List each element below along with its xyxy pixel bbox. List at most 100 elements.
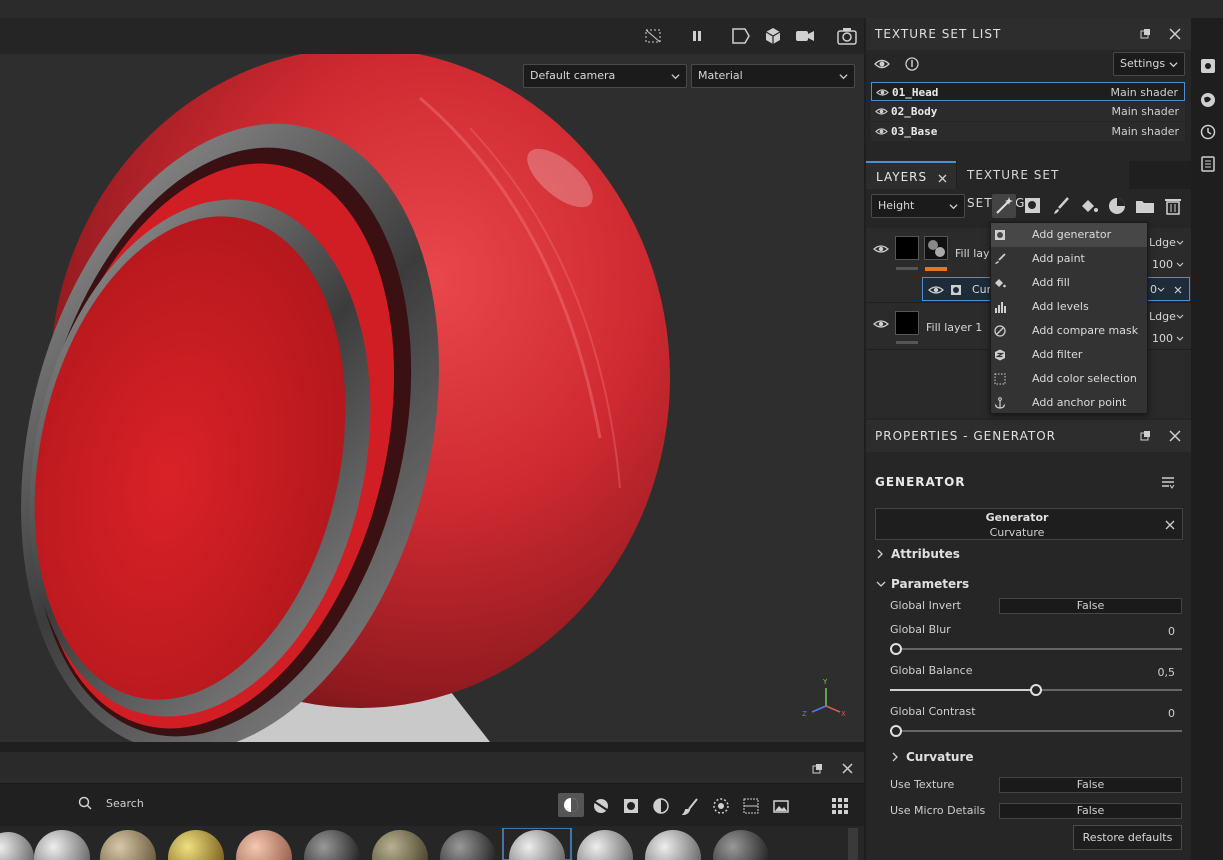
add-effect-menu: Add generator Add paint Add fill Add lev… — [990, 222, 1148, 414]
texture-grid-icon[interactable] — [742, 797, 760, 815]
menu-item-label: Add compare mask — [1032, 324, 1139, 337]
screenshot-camera-icon[interactable] — [836, 26, 858, 46]
alpha-icon[interactable] — [712, 797, 730, 815]
effect-opacity[interactable]: 0 — [1150, 283, 1157, 296]
chevron-down-icon — [1176, 314, 1184, 319]
eye-icon[interactable] — [928, 284, 944, 296]
camera-video-icon[interactable] — [794, 26, 816, 46]
close-icon[interactable] — [842, 763, 853, 774]
texture-set-row[interactable]: 01_Head Main shader — [871, 82, 1185, 101]
visibility-toggle-all-icon[interactable] — [874, 57, 890, 71]
procedural-icon[interactable] — [652, 797, 670, 815]
use-micro-details-toggle[interactable]: False — [999, 803, 1182, 819]
levels-icon — [995, 302, 1006, 313]
pause-icon[interactable] — [686, 26, 708, 46]
layer-opacity[interactable]: 100 — [1152, 332, 1173, 345]
global-contrast-value[interactable]: 0 — [1168, 707, 1175, 720]
slider-knob[interactable] — [890, 643, 902, 655]
add-mask-button[interactable] — [1021, 194, 1045, 218]
menu-item-add-levels[interactable]: Add levels — [991, 295, 1147, 319]
view-mode-icon[interactable] — [730, 26, 752, 46]
generator-thumb-icon — [928, 240, 945, 257]
close-icon[interactable] — [938, 174, 947, 183]
history-icon[interactable] — [1200, 124, 1216, 140]
menu-item-add-anchor-point[interactable]: Add anchor point — [991, 391, 1147, 415]
axis-gizmo-icon: Y X Z — [802, 678, 846, 718]
global-balance-slider[interactable] — [890, 684, 1182, 696]
global-invert-toggle[interactable]: False — [999, 598, 1182, 614]
mask-thumbnail[interactable] — [924, 236, 948, 260]
eye-icon[interactable] — [873, 318, 889, 330]
eye-icon[interactable] — [876, 87, 889, 98]
global-blur-slider[interactable] — [890, 643, 1182, 655]
channel-select[interactable]: Height — [871, 194, 965, 218]
restore-defaults-button[interactable]: Restore defaults — [1073, 825, 1182, 850]
display-settings-icon[interactable] — [1200, 58, 1216, 74]
slider-knob[interactable] — [1030, 684, 1042, 696]
delete-layer-button[interactable] — [1161, 194, 1185, 218]
mask-filter-icon[interactable] — [622, 797, 640, 815]
menu-item-add-filter[interactable]: Add filter — [991, 343, 1147, 367]
brush-icon[interactable] — [682, 797, 700, 815]
add-smart-material-button[interactable] — [1105, 194, 1129, 218]
channel-select-value: Height — [878, 199, 915, 212]
menu-item-add-compare-mask[interactable]: Add compare mask — [991, 319, 1147, 343]
filter-materials-button[interactable] — [558, 793, 584, 817]
tab-texture-set-settings[interactable]: TEXTURE SET SETTINGS — [957, 161, 1129, 210]
eye-icon[interactable] — [875, 106, 888, 117]
undock-icon[interactable] — [812, 763, 823, 774]
material-thumbnails[interactable] — [0, 828, 864, 860]
hide-overlay-icon[interactable] — [642, 26, 664, 46]
tab-layers[interactable]: LAYERS — [866, 161, 956, 189]
environment-icon[interactable] — [772, 797, 790, 815]
generator-picker[interactable]: Generator Curvature — [875, 508, 1183, 540]
global-balance-value[interactable]: 0,5 — [1158, 666, 1176, 679]
menu-item-add-fill[interactable]: Add fill — [991, 271, 1147, 295]
menu-icon[interactable] — [1161, 475, 1175, 489]
menu-item-add-color-selection[interactable]: Add color selection — [991, 367, 1147, 391]
smart-material-icon[interactable] — [592, 797, 610, 815]
eye-icon[interactable] — [873, 243, 889, 255]
add-effect-button[interactable] — [992, 194, 1016, 218]
cube-icon[interactable] — [762, 26, 784, 46]
close-icon[interactable] — [1169, 28, 1181, 40]
texture-set-shader: Main shader — [1110, 86, 1178, 99]
menu-item-label: Add fill — [1032, 276, 1070, 289]
chevron-down-icon — [839, 74, 848, 80]
menu-item-add-paint[interactable]: Add paint — [991, 247, 1147, 271]
search-input[interactable]: Search — [106, 797, 144, 810]
eye-icon[interactable] — [875, 126, 888, 137]
global-contrast-slider[interactable] — [890, 725, 1182, 737]
use-texture-label: Use Texture — [890, 778, 955, 791]
3d-viewport[interactable]: Default camera Material Y X Z — [0, 18, 864, 742]
undock-icon[interactable] — [1140, 28, 1152, 40]
layer-opacity[interactable]: 100 — [1152, 258, 1173, 271]
camera-select[interactable]: Default camera — [523, 64, 687, 88]
menu-item-label: Add filter — [1032, 348, 1083, 361]
use-texture-toggle[interactable]: False — [999, 777, 1182, 793]
chevron-down-icon — [1176, 262, 1184, 267]
layer-blend-mode[interactable]: Ldge — [1149, 236, 1176, 249]
add-folder-button[interactable] — [1133, 194, 1157, 218]
remove-effect-icon[interactable] — [1174, 286, 1182, 294]
undock-icon[interactable] — [1140, 430, 1152, 442]
log-icon[interactable] — [1200, 156, 1216, 172]
add-paint-layer-button[interactable] — [1049, 194, 1073, 218]
globe-icon[interactable] — [1200, 92, 1216, 108]
layer-blend-mode[interactable]: Ldge — [1149, 310, 1176, 323]
clear-icon[interactable] — [1165, 520, 1175, 530]
solo-icon[interactable] — [904, 57, 920, 71]
menu-item-add-generator[interactable]: Add generator — [991, 223, 1147, 247]
close-icon[interactable] — [1169, 430, 1181, 442]
add-fill-layer-button[interactable] — [1077, 194, 1101, 218]
shelf-toolbar: Search — [0, 784, 864, 826]
slider-knob[interactable] — [890, 725, 902, 737]
texture-set-row[interactable]: 02_Body Main shader — [871, 102, 1185, 121]
global-blur-value[interactable]: 0 — [1168, 625, 1175, 638]
settings-dropdown[interactable]: Settings — [1113, 52, 1185, 76]
viewport-render — [0, 18, 864, 742]
texture-set-row[interactable]: 03_Base Main shader — [871, 122, 1185, 141]
grid-view-icon[interactable] — [831, 797, 849, 815]
render-mode-select[interactable]: Material — [691, 64, 855, 88]
layer-thumb-bar — [896, 267, 918, 270]
